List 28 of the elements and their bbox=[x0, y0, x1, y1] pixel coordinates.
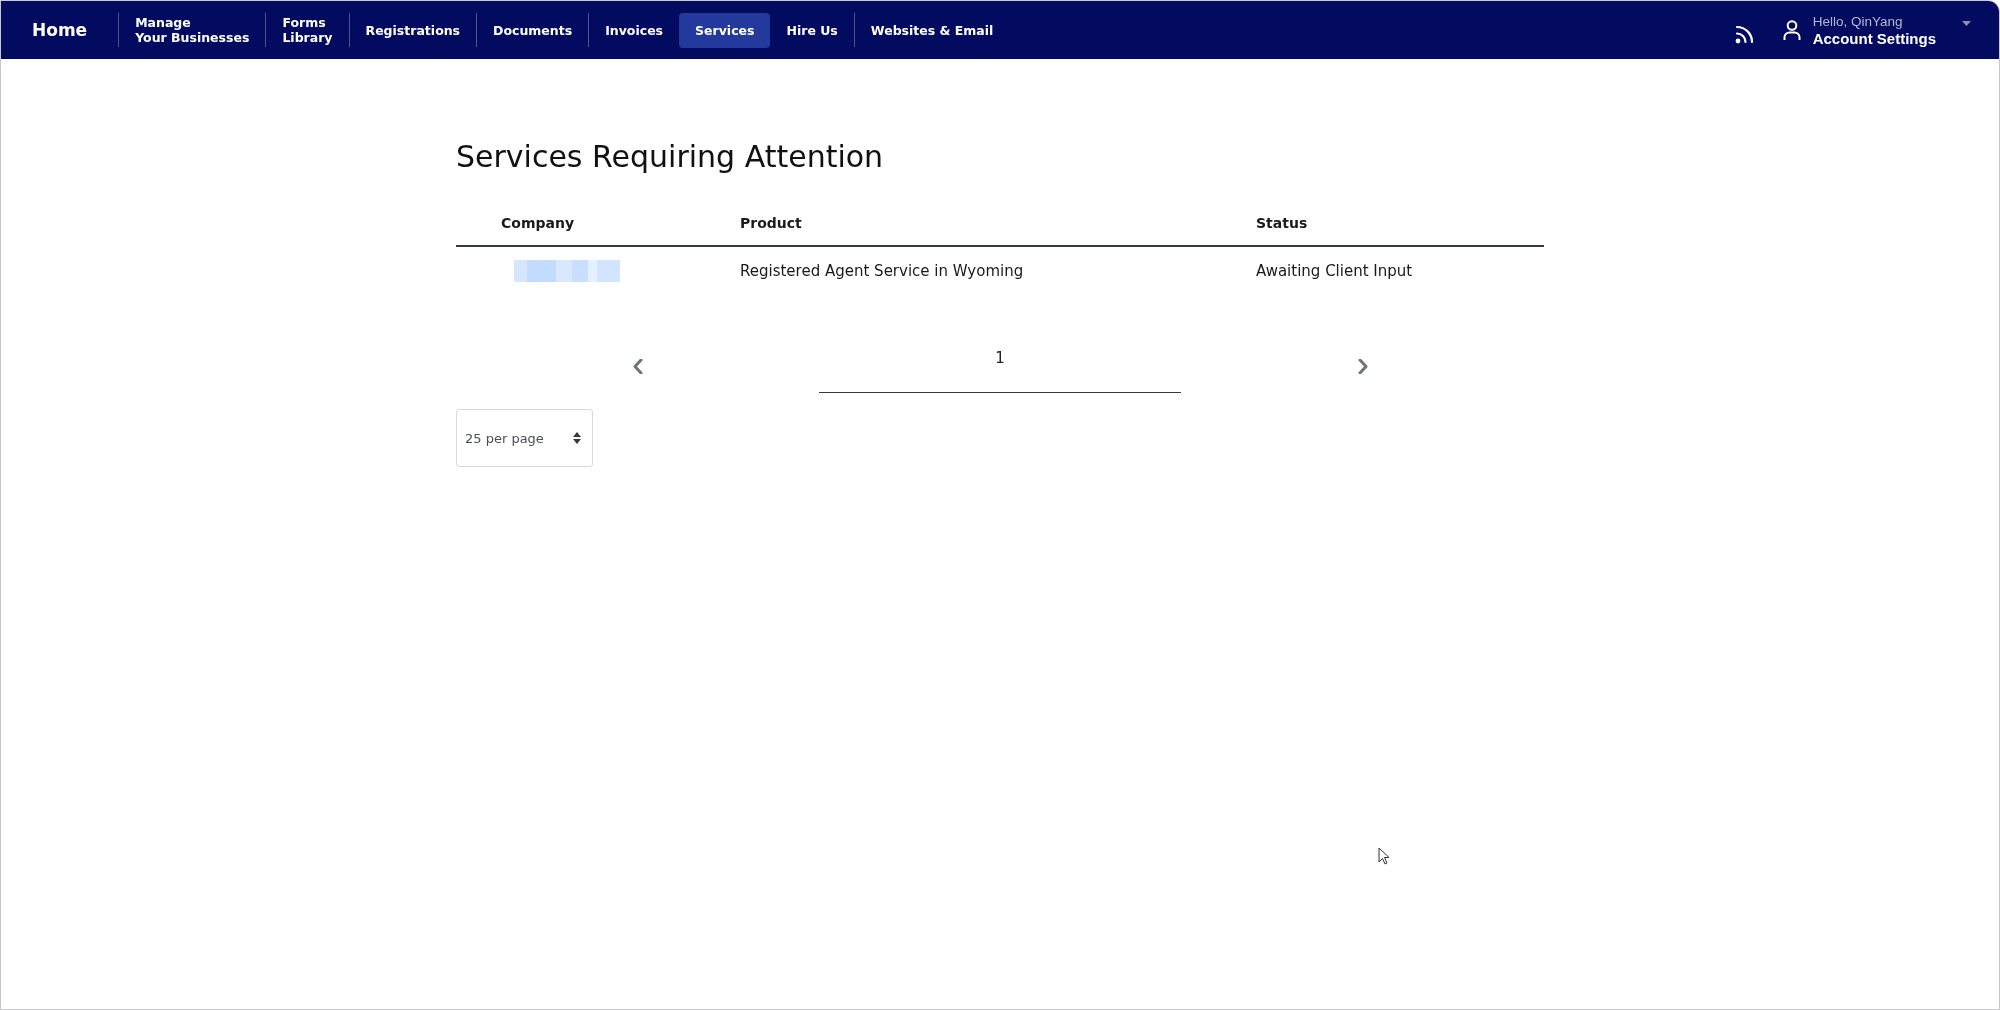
column-header: Status bbox=[1236, 200, 1544, 246]
table-cell: Awaiting Client Input bbox=[1236, 246, 1544, 294]
account-menu-button[interactable]: Hello, QinYang Account Settings bbox=[1782, 13, 1971, 47]
column-header: Product bbox=[720, 200, 1236, 246]
page-title: Services Requiring Attention bbox=[456, 138, 884, 176]
per-page-select[interactable]: 25 per page bbox=[456, 409, 593, 467]
chevron-left-icon bbox=[631, 359, 644, 374]
nav-link[interactable]: Websites & Email bbox=[854, 12, 1010, 48]
nav-link[interactable]: Hire Us bbox=[770, 12, 854, 48]
person-outline-icon bbox=[1782, 19, 1801, 41]
column-header: Company bbox=[456, 200, 720, 246]
table-cell: Registered Agent Service in Wyoming bbox=[720, 246, 1236, 294]
nav-link[interactable]: Services bbox=[679, 12, 771, 48]
chevron-right-icon bbox=[1356, 359, 1369, 374]
previous-page-button[interactable] bbox=[631, 359, 644, 374]
page-number-link[interactable]: 1 bbox=[819, 334, 1181, 393]
home-link[interactable]: Home bbox=[1, 20, 119, 40]
nav-link[interactable]: Documents bbox=[477, 12, 589, 48]
up-down-caret-icon bbox=[573, 432, 581, 444]
nav-link[interactable]: Manage Your Businesses bbox=[119, 12, 266, 48]
nav-link[interactable]: Registrations bbox=[349, 12, 477, 48]
next-page-button[interactable] bbox=[1356, 359, 1369, 374]
rss-feed-icon bbox=[1734, 24, 1755, 44]
mouse-pointer-icon bbox=[1378, 847, 1390, 865]
caret-down-icon bbox=[1962, 20, 1971, 26]
rss-feed-button[interactable] bbox=[1734, 24, 1755, 44]
nav-link[interactable]: Invoices bbox=[589, 12, 680, 48]
nav-link[interactable]: Forms Library bbox=[266, 12, 349, 48]
